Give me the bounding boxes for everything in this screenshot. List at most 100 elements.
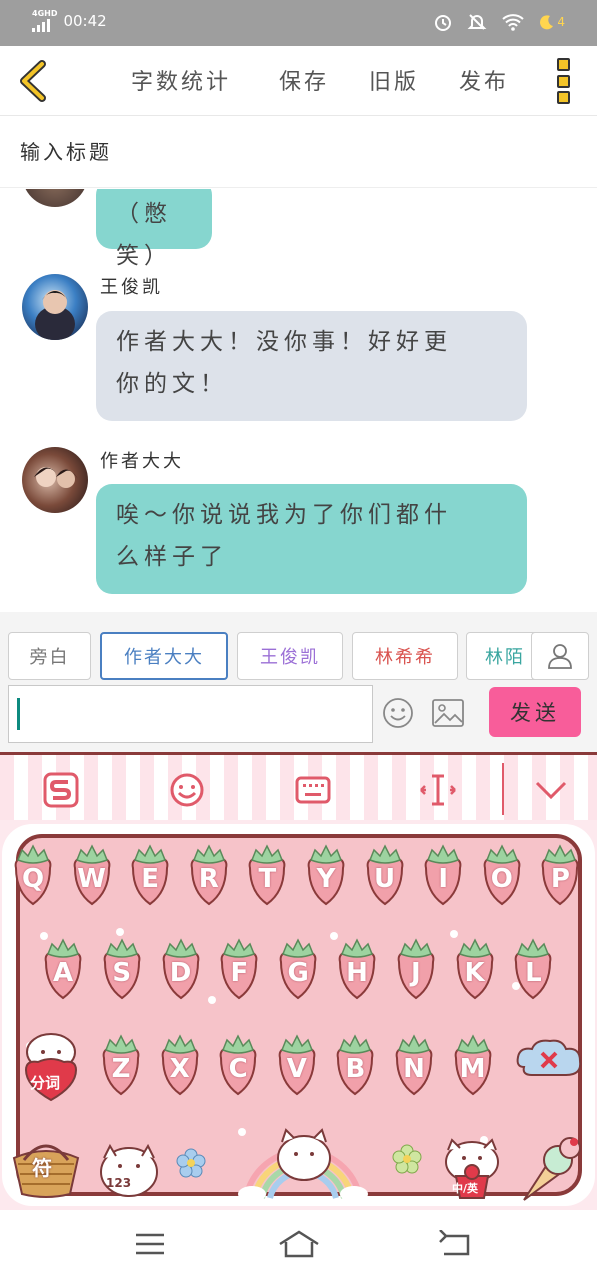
- role-chip-narrator[interactable]: 旁白: [8, 632, 91, 680]
- language-switch-label: 中/英: [452, 1182, 479, 1195]
- number-key[interactable]: 123: [96, 1140, 162, 1200]
- key-m[interactable]: M: [450, 1034, 496, 1096]
- key-d[interactable]: D: [158, 938, 204, 1000]
- role-label: 王俊凯: [260, 647, 320, 668]
- sender-name: 王俊凯: [100, 277, 163, 298]
- key-label: L: [525, 958, 542, 988]
- key-h[interactable]: H: [334, 938, 380, 1000]
- key-label: E: [141, 864, 160, 894]
- key-t[interactable]: T: [244, 844, 290, 906]
- key-label: K: [464, 958, 485, 988]
- role-chip-author[interactable]: 作者大大: [100, 632, 228, 680]
- emoji-icon[interactable]: [382, 697, 414, 729]
- key-x[interactable]: X: [157, 1034, 203, 1096]
- message-input[interactable]: [8, 685, 373, 743]
- key-l[interactable]: L: [510, 938, 556, 1000]
- cursor-move-icon[interactable]: [418, 771, 458, 809]
- home-icon[interactable]: [278, 1230, 320, 1258]
- key-n[interactable]: N: [391, 1034, 437, 1096]
- role-label: 旁白: [29, 647, 70, 668]
- back-arrow-icon[interactable]: [14, 58, 50, 104]
- avatar: [22, 447, 88, 513]
- key-label: F: [230, 958, 249, 988]
- key-b[interactable]: B: [332, 1034, 378, 1096]
- publish-button[interactable]: 发布: [459, 64, 509, 96]
- fenci-key[interactable]: 分词: [20, 1030, 82, 1102]
- symbol-key[interactable]: 符: [8, 1130, 84, 1200]
- flower-icon: [176, 1148, 206, 1178]
- key-e[interactable]: E: [127, 844, 173, 906]
- decor-dot: [450, 930, 458, 938]
- signal-icon: [32, 18, 50, 32]
- key-k[interactable]: K: [452, 938, 498, 1000]
- title-input[interactable]: 输入标题: [0, 116, 597, 188]
- message-text: 作者大大！没你事！好好更: [116, 329, 452, 355]
- mute-bell-icon: [467, 14, 487, 30]
- menu-icon[interactable]: [134, 1230, 166, 1258]
- key-c[interactable]: C: [215, 1034, 261, 1096]
- message-text: （憋笑）: [116, 201, 172, 269]
- collapse-keyboard-icon[interactable]: [532, 771, 570, 809]
- role-chip-lin-xixi[interactable]: 林希希: [352, 632, 458, 680]
- battery-level: 4: [557, 15, 565, 29]
- delete-key[interactable]: [514, 1037, 584, 1087]
- key-label: T: [258, 864, 277, 894]
- decor-dot: [208, 996, 216, 1004]
- key-u[interactable]: U: [362, 844, 408, 906]
- key-z[interactable]: Z: [98, 1034, 144, 1096]
- key-y[interactable]: Y: [303, 844, 349, 906]
- old-version-button[interactable]: 旧版: [369, 64, 419, 96]
- keyboard-layout-icon[interactable]: [294, 771, 332, 809]
- key-g[interactable]: G: [275, 938, 321, 1000]
- language-switch-key[interactable]: 中/英: [440, 1136, 504, 1200]
- role-selector: 旁白 作者大大 王俊凯 林希希 林陌 发送: [0, 612, 597, 752]
- flower-icon: [392, 1144, 422, 1174]
- word-count-button[interactable]: 字数统计: [131, 64, 231, 96]
- more-menu-icon[interactable]: [557, 58, 571, 104]
- key-v[interactable]: V: [274, 1034, 320, 1096]
- key-j[interactable]: J: [393, 938, 439, 1000]
- message-bubble: （憋笑）: [96, 189, 212, 269]
- key-label: H: [346, 958, 368, 988]
- key-label: Q: [21, 864, 45, 894]
- key-label: V: [286, 1054, 307, 1084]
- toolbar-divider: [502, 763, 504, 815]
- key-label: R: [198, 864, 219, 894]
- key-label: N: [403, 1054, 425, 1084]
- key-o[interactable]: O: [479, 844, 525, 906]
- key-i[interactable]: I: [420, 844, 466, 906]
- alarm-icon: [435, 15, 452, 31]
- key-label: B: [345, 1054, 366, 1084]
- role-label: 林陌: [485, 647, 525, 668]
- key-s[interactable]: S: [99, 938, 145, 1000]
- message-text: 你的文！: [116, 371, 228, 397]
- sender-name: 作者大大: [100, 451, 184, 472]
- image-icon[interactable]: [432, 699, 464, 727]
- navigation-bar: [0, 1210, 597, 1280]
- key-label: M: [459, 1054, 486, 1084]
- key-p[interactable]: P: [537, 844, 583, 906]
- key-label: I: [438, 864, 449, 894]
- key-a[interactable]: A: [40, 938, 86, 1000]
- person-icon[interactable]: [531, 632, 589, 680]
- emoji-icon[interactable]: [168, 771, 206, 809]
- back-icon[interactable]: [438, 1230, 470, 1258]
- network-type: 4GHD: [32, 9, 58, 18]
- key-r[interactable]: R: [186, 844, 232, 906]
- decor-dot: [116, 928, 124, 936]
- enter-key[interactable]: [520, 1134, 584, 1204]
- role-chip-wang[interactable]: 王俊凯: [237, 632, 343, 680]
- send-button[interactable]: 发送: [489, 687, 581, 737]
- key-q[interactable]: Q: [10, 844, 56, 906]
- key-f[interactable]: F: [216, 938, 262, 1000]
- key-label: U: [374, 864, 396, 894]
- space-key[interactable]: [238, 1124, 368, 1202]
- key-w[interactable]: W: [69, 844, 115, 906]
- key-label: Y: [316, 864, 336, 894]
- key-label: C: [228, 1054, 248, 1084]
- keyboard-toolbar: [0, 752, 597, 820]
- avatar: [22, 189, 88, 207]
- chat-area[interactable]: （憋笑） 王俊凯 作者大大！没你事！好好更 你的文！ 作者大大 唉～你说说我为了…: [0, 189, 597, 612]
- save-button[interactable]: 保存: [279, 64, 329, 96]
- sogou-logo-icon[interactable]: [42, 771, 80, 809]
